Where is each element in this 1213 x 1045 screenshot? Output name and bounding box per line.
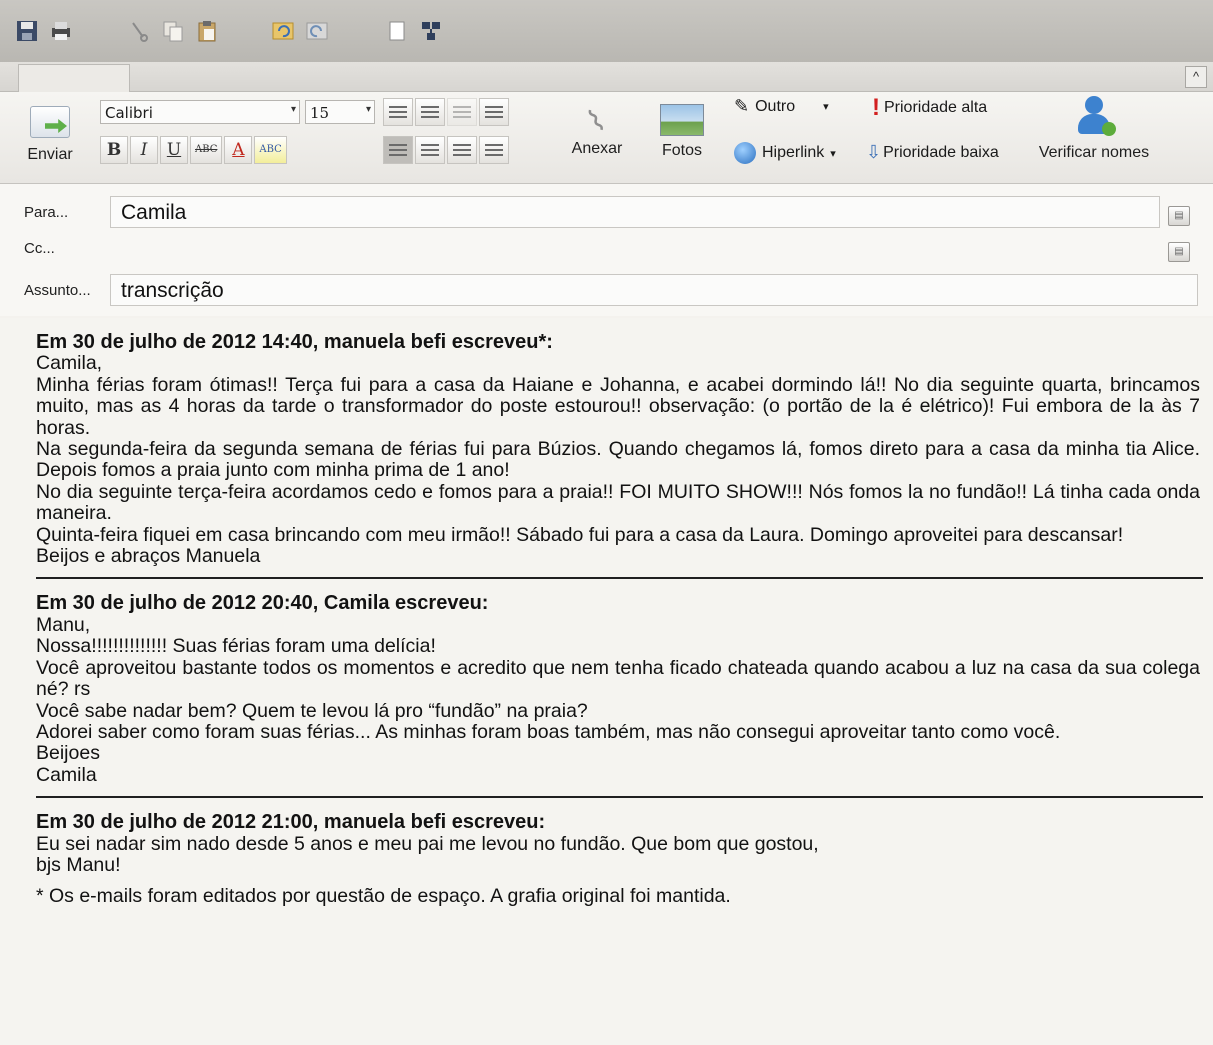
paste-icon[interactable] (194, 18, 220, 44)
align-center-icon[interactable] (415, 136, 445, 164)
bold-button[interactable]: B (100, 136, 128, 164)
check-names-button[interactable]: Verificar nomes (1032, 96, 1156, 162)
hyperlink-label: Hiperlink (762, 144, 825, 161)
other-button[interactable]: ✎ Outro ▾ (734, 96, 829, 117)
priority-high-label: Prioridade alta (884, 99, 988, 116)
send-icon (30, 106, 70, 138)
to-row: Para... Camila ▤ (0, 194, 1213, 230)
align-buttons (383, 136, 509, 164)
font-value: Calibri (105, 104, 153, 122)
message-line: Eu sei nadar sim nado desde 5 anos e meu… (36, 832, 819, 855)
message-line: Beijoes (36, 742, 100, 765)
send-button[interactable]: Enviar (22, 106, 78, 164)
quoted-message: Em 30 de julho de 2012 14:40, manuela be… (36, 331, 1200, 568)
print-icon[interactable] (48, 18, 74, 44)
photo-icon (660, 104, 704, 136)
message-line: Manu, (36, 613, 91, 636)
message-line: Adorei saber como foram suas férias... A… (36, 720, 1061, 743)
message-divider (36, 577, 1203, 580)
numbered-list-icon[interactable] (415, 98, 445, 126)
message-header: Em 30 de julho de 2012 20:40, Camila esc… (36, 592, 489, 615)
collapse-ribbon-icon[interactable]: ^ (1185, 66, 1207, 88)
address-book-icon[interactable]: ▤ (1168, 206, 1190, 226)
chevron-down-icon[interactable]: ▾ (823, 100, 829, 113)
other-label: Outro (755, 97, 796, 115)
message-line: Quinta-feira fiquei em casa brincando co… (36, 523, 1124, 546)
photos-label: Fotos (661, 142, 702, 159)
message-line: bjs Manu! (36, 853, 121, 876)
ribbon: Enviar Calibri ▾ 15 ▾ B I U ABC A ABC ⌇ … (0, 92, 1213, 184)
bullet-list-icon[interactable] (383, 98, 413, 126)
quoted-message: Em 30 de julho de 2012 20:40, Camila esc… (36, 593, 1200, 786)
priority-high-button[interactable]: ! Prioridade alta (872, 94, 987, 122)
arrow-down-icon: ⇩ (866, 142, 882, 162)
cc-row: Cc... ▤ (0, 230, 1213, 266)
message-line: Nossa!!!!!!!!!!!!!! Suas férias foram um… (36, 635, 436, 658)
address-book-icon[interactable]: ▤ (1168, 242, 1190, 262)
highlight-button[interactable]: ABC (254, 136, 287, 164)
quick-access-toolbar (0, 0, 1213, 62)
subject-row: Assunto... transcrição (0, 272, 1213, 308)
message-line: Você sabe nadar bem? Quem te levou lá pr… (36, 699, 588, 722)
message-line: Camila, (36, 352, 103, 375)
format-buttons: B I U ABC A ABC (100, 136, 287, 164)
tab-strip: ^ (0, 62, 1213, 92)
message-body[interactable]: Em 30 de julho de 2012 14:40, manuela be… (0, 318, 1213, 1045)
align-right-icon[interactable] (447, 136, 477, 164)
new-document-icon[interactable] (384, 18, 410, 44)
message-line: Você aproveitou bastante todos os moment… (36, 656, 1200, 701)
to-label[interactable]: Para... (24, 204, 68, 221)
to-field[interactable]: Camila (110, 196, 1160, 228)
align-left-icon[interactable] (383, 136, 413, 164)
list-buttons (383, 98, 509, 126)
address-fields: Para... Camila ▤ Cc... ▤ Assunto... tran… (0, 184, 1213, 316)
check-names-label: Verificar nomes (1038, 144, 1150, 161)
message-divider (36, 796, 1203, 799)
copy-icon[interactable] (160, 18, 186, 44)
font-size-select[interactable]: 15 ▾ (305, 100, 375, 124)
priority-low-button[interactable]: ⇩ Prioridade baixa (866, 142, 999, 163)
underline-button[interactable]: U (160, 136, 188, 164)
font-color-button[interactable]: A (224, 136, 253, 164)
attach-button[interactable]: ⌇ Anexar (566, 104, 628, 158)
hyperlink-button[interactable]: Hiperlink ▾ (734, 142, 836, 164)
chevron-down-icon[interactable]: ▾ (830, 147, 836, 160)
message-header: Em 30 de julho de 2012 21:00, manuela be… (36, 811, 546, 834)
footnote: * Os e-mails foram editados por questão … (36, 885, 731, 908)
cc-field[interactable] (110, 232, 1160, 264)
chevron-down-icon[interactable]: ▾ (291, 104, 296, 115)
person-check-icon (1074, 96, 1116, 140)
message-line: No dia seguinte terça-feira acordamos ce… (36, 480, 1200, 525)
undo-icon[interactable] (270, 18, 296, 44)
subject-label: Assunto... (24, 282, 91, 299)
cut-icon[interactable] (126, 18, 152, 44)
font-size-value: 15 (310, 104, 330, 122)
priority-low-label: Prioridade baixa (883, 143, 999, 161)
globe-icon (734, 142, 756, 164)
font-select[interactable]: Calibri ▾ (100, 100, 300, 124)
message-header: Em 30 de julho de 2012 14:40, manuela be… (36, 331, 553, 353)
message-line: Camila (36, 763, 97, 786)
increase-indent-icon[interactable] (479, 98, 509, 126)
send-label: Enviar (27, 146, 73, 163)
message-line: Minha férias foram ótimas!! Terça fui pa… (36, 373, 1200, 439)
italic-button[interactable]: I (130, 136, 158, 164)
decrease-indent-icon[interactable] (447, 98, 477, 126)
subject-field[interactable]: transcrição (110, 274, 1198, 306)
chevron-down-icon[interactable]: ▾ (366, 104, 371, 115)
save-icon[interactable] (14, 18, 40, 44)
justify-icon[interactable] (479, 136, 509, 164)
network-icon[interactable] (418, 18, 444, 44)
cc-label[interactable]: Cc... (24, 240, 55, 257)
quoted-message: Em 30 de julho de 2012 21:00, manuela be… (36, 811, 1200, 876)
signature-icon: ✎ (734, 96, 750, 116)
message-line: Beijos e abraços Manuela (36, 545, 261, 568)
exclamation-icon: ! (872, 94, 880, 121)
redo-icon[interactable] (304, 18, 330, 44)
photos-button[interactable]: Fotos (652, 104, 712, 160)
message-line: Na segunda-feira da segunda semana de fé… (36, 438, 1200, 482)
message-tab[interactable] (18, 64, 130, 92)
strikethrough-button[interactable]: ABC (190, 136, 223, 164)
